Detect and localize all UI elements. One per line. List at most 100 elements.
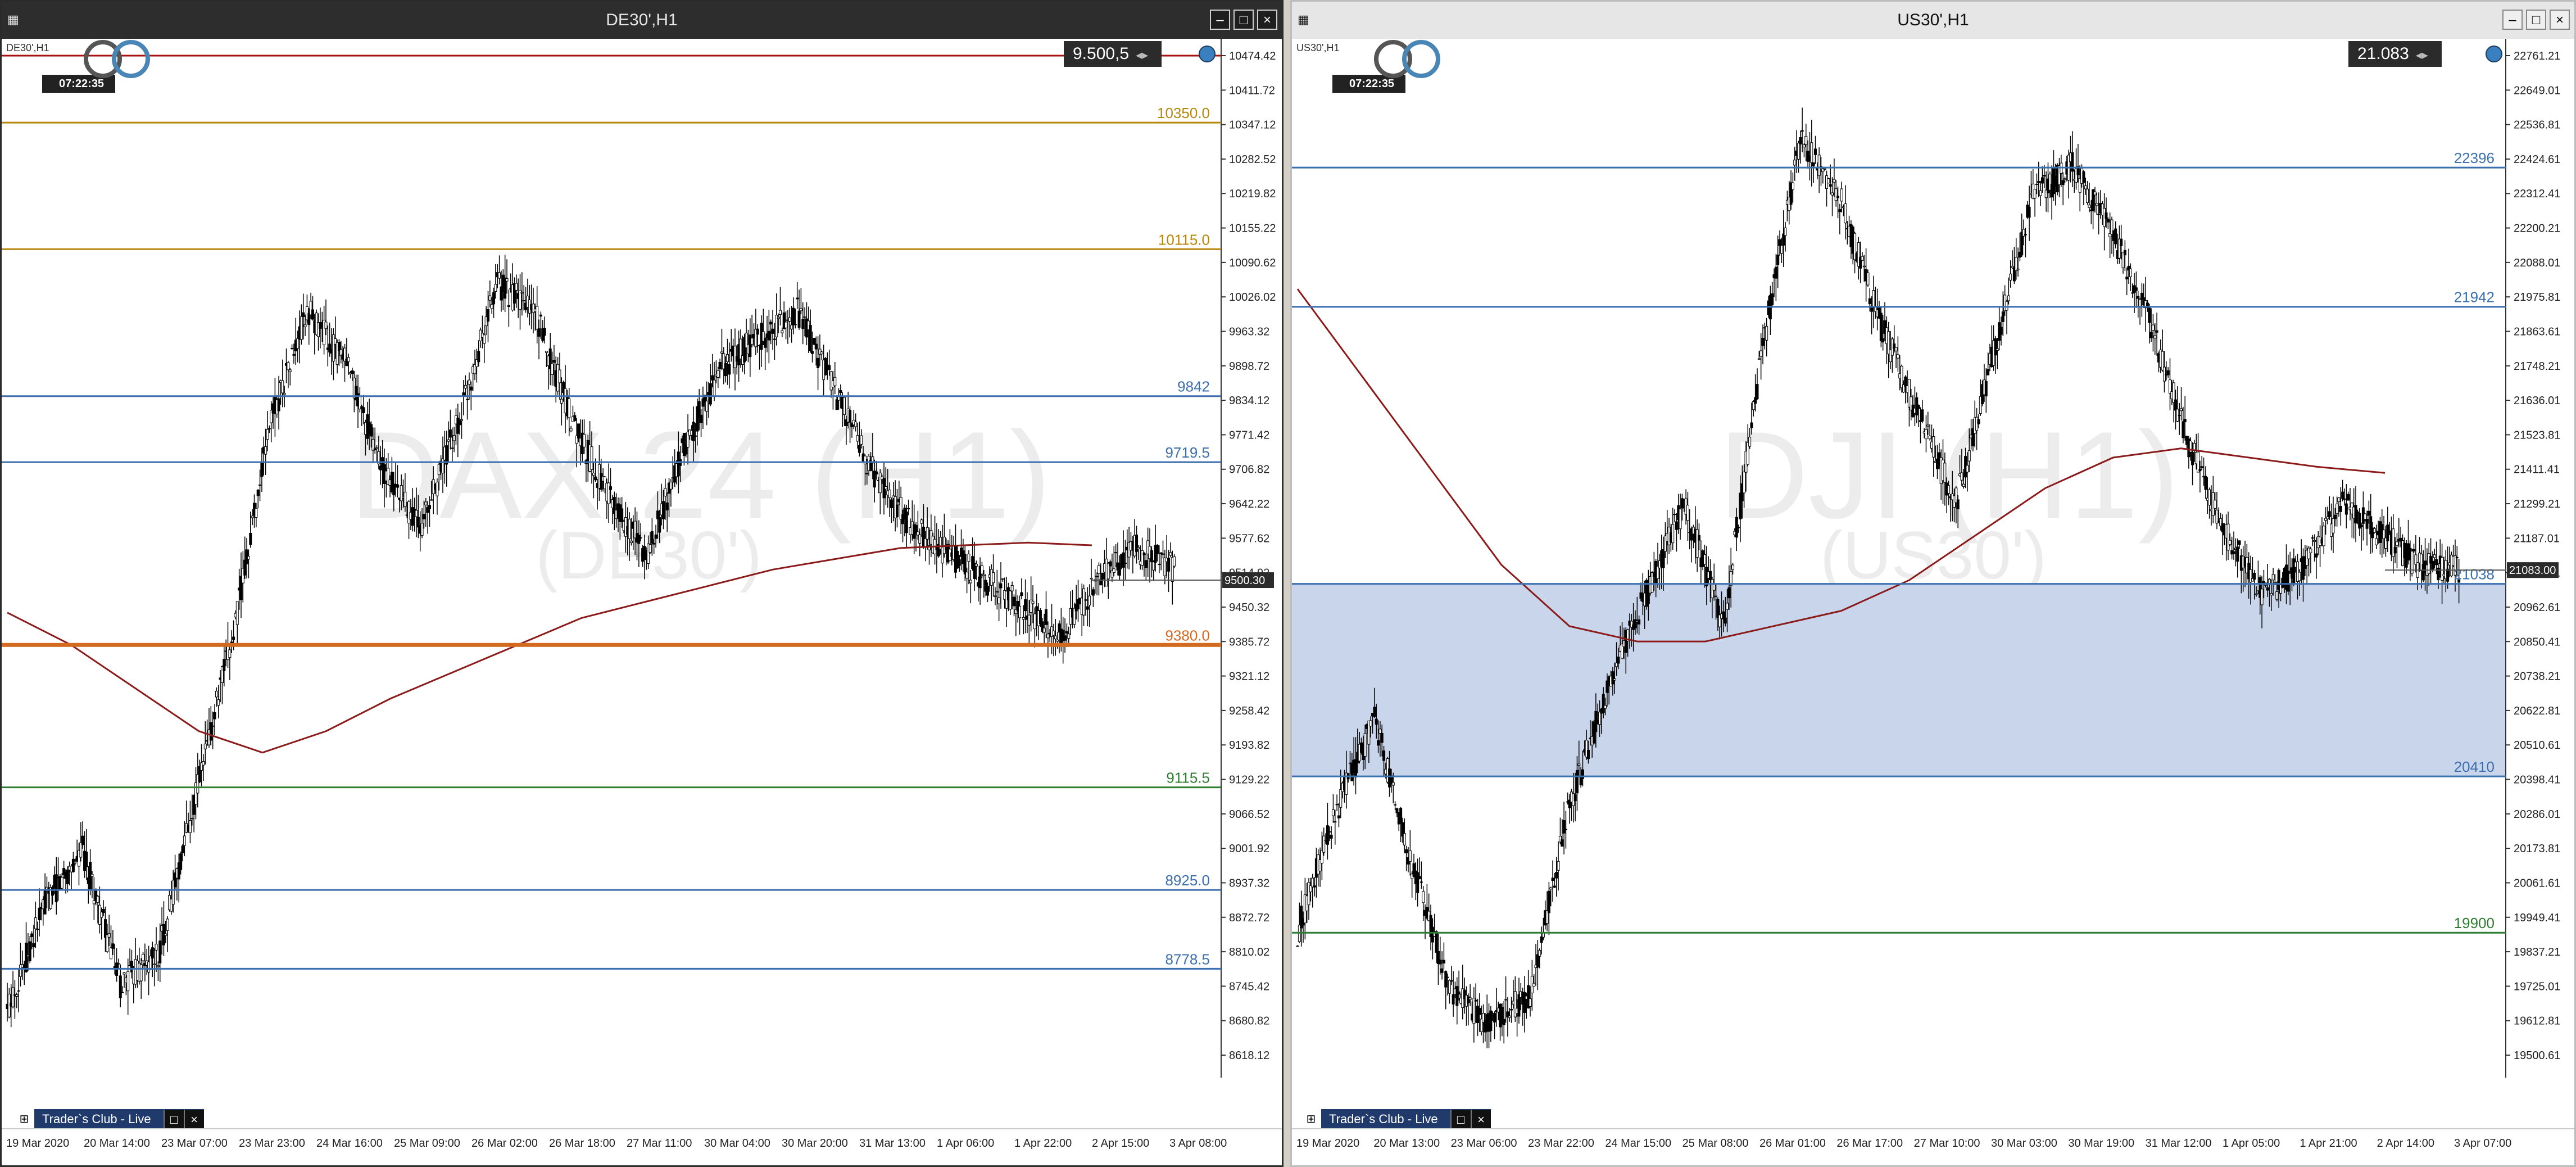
price-tick-label: 21975.81 [2514,291,2560,304]
candle-body [2322,526,2325,546]
candle-body [784,322,788,328]
candle-body [1686,505,1689,521]
price-box[interactable]: 9.500,5 ◂▸ [1064,41,1162,67]
candle-body [483,334,486,344]
candle-body [2182,421,2185,438]
candle-body [32,943,35,948]
time-tick-label: 3 Apr 08:00 [1169,1137,1227,1150]
spinner-icon[interactable]: ◂▸ [1136,42,1153,68]
maximize-button[interactable]: □ [2526,10,2546,30]
candle-body [1557,861,1560,871]
candle-body [1921,409,1924,422]
candle-body [992,572,995,584]
minimize-button[interactable]: – [1210,10,1230,30]
window-us30[interactable]: ▦ US30',H1 – □ × DJI (H1) (US30') 22761.… [1290,0,2576,1167]
candle-body [1872,290,1875,308]
restore-button[interactable]: □ [1450,1110,1471,1129]
candle-body [1812,162,1815,166]
chart-area[interactable]: DJI (H1) (US30') 22761.21 22649.01 22536.8… [1292,39,2574,1165]
window-de30[interactable]: ▦ DE30',H1 – □ × DAX 24 (H1) (DE30') 104… [0,0,1284,1167]
maximize-button[interactable]: □ [1233,10,1254,30]
candle-body [1538,950,1541,957]
candle-body [1523,992,1526,1014]
candle-body [469,386,473,391]
candle-body [1562,820,1566,834]
candle-body [1331,809,1335,816]
time-tick-label: 27 Mar 11:00 [627,1137,692,1150]
price-box[interactable]: 21.083 ◂▸ [2348,41,2442,67]
close-button[interactable]: × [2550,10,2570,30]
candle-body [1024,599,1027,612]
time-tick-label: 25 Mar 08:00 [1682,1137,1749,1150]
price-tick-label: 10026.02 [1229,291,1276,304]
candle-body [536,306,539,330]
candle-body [1452,994,1455,1005]
titlebar[interactable]: ▦ US30',H1 – □ × [1292,2,2574,39]
candle-body [1947,485,1951,494]
time-tick-label: 2 Apr 15:00 [1092,1137,1150,1150]
candle-body [1703,554,1706,565]
level-label: 20410 [2454,758,2495,775]
candle-body [1774,266,1777,279]
candles [1296,107,2461,1048]
globe-icon[interactable] [1199,46,1216,62]
minimize-button[interactable]: – [2502,10,2523,30]
spinner-icon[interactable]: ◂▸ [2416,42,2433,68]
time-axis: 19 Mar 2020 20 Mar 14:00 23 Mar 07:00 23 Ma… [2,1128,1282,1165]
time-tick-label: 3 Apr 07:00 [2454,1137,2512,1150]
candle-body [1086,606,1089,610]
taskbar-close-button[interactable]: × [1470,1110,1491,1129]
restore-button[interactable]: □ [163,1110,184,1129]
close-button[interactable]: × [1257,10,1277,30]
candle-body [1418,876,1421,879]
candle-body [648,544,652,553]
start-icon[interactable]: ⊞ [14,1109,34,1129]
price-chart[interactable]: 10474.42 10411.72 10347.12 10282.52 10219.82… [2,39,1282,1132]
candle-body [2271,574,2275,581]
candle-body [1472,998,1476,1024]
price-tick-label: 8745.42 [1229,980,1269,993]
time-tick-label: 31 Mar 12:00 [2145,1137,2212,1150]
candle-body [1137,547,1140,549]
candle-body [209,722,212,741]
titlebar[interactable]: ▦ DE30',H1 – □ × [2,2,1282,39]
candle-body [777,316,780,319]
chart-area[interactable]: DAX 24 (H1) (DE30') 10474.4210411.721034… [2,39,1282,1165]
price-tick-label: 20061.61 [2514,877,2560,889]
candle-body [2155,330,2158,333]
price-tick-label: 19612.81 [2514,1015,2560,1028]
candle-body [1553,885,1556,888]
candle-body [466,399,469,400]
candle-body [2061,180,2065,186]
candle-body [1444,971,1448,988]
price-tick-label: 19949.41 [2514,912,2560,924]
globe-icon[interactable] [2486,46,2502,62]
candle-body [1561,839,1564,847]
candle-body [1737,527,1740,528]
candle-body [1090,578,1093,580]
candle-body [793,324,797,325]
candle-body [769,322,773,325]
taskbar[interactable]: ⊞ Trader`s Club - Live □ × [1301,1109,1491,1129]
candle-body [1771,293,1774,305]
candle-body [447,439,450,442]
price-chart[interactable]: 22761.21 22649.01 22536.81 22424.61 22312.41… [1292,39,2574,1132]
candle-body [577,423,580,439]
candle-body [1838,209,1842,212]
candle-body [781,330,784,333]
candle-body [1679,509,1682,530]
candle-body [1987,369,1990,376]
taskbar-close-button[interactable]: × [183,1110,204,1129]
candle-body [551,363,554,375]
candle-body [1405,849,1408,853]
candle-body [2341,491,2344,499]
candle-body [15,994,19,997]
candle-body [884,486,887,490]
start-icon[interactable]: ⊞ [1301,1109,1321,1129]
taskbar[interactable]: ⊞ Trader`s Club - Live □ × [14,1109,204,1129]
candle-body [155,944,158,951]
candle-body [1896,354,1899,359]
candle-body [121,992,124,993]
candle-body [1502,1019,1505,1025]
candle-body [311,309,314,320]
